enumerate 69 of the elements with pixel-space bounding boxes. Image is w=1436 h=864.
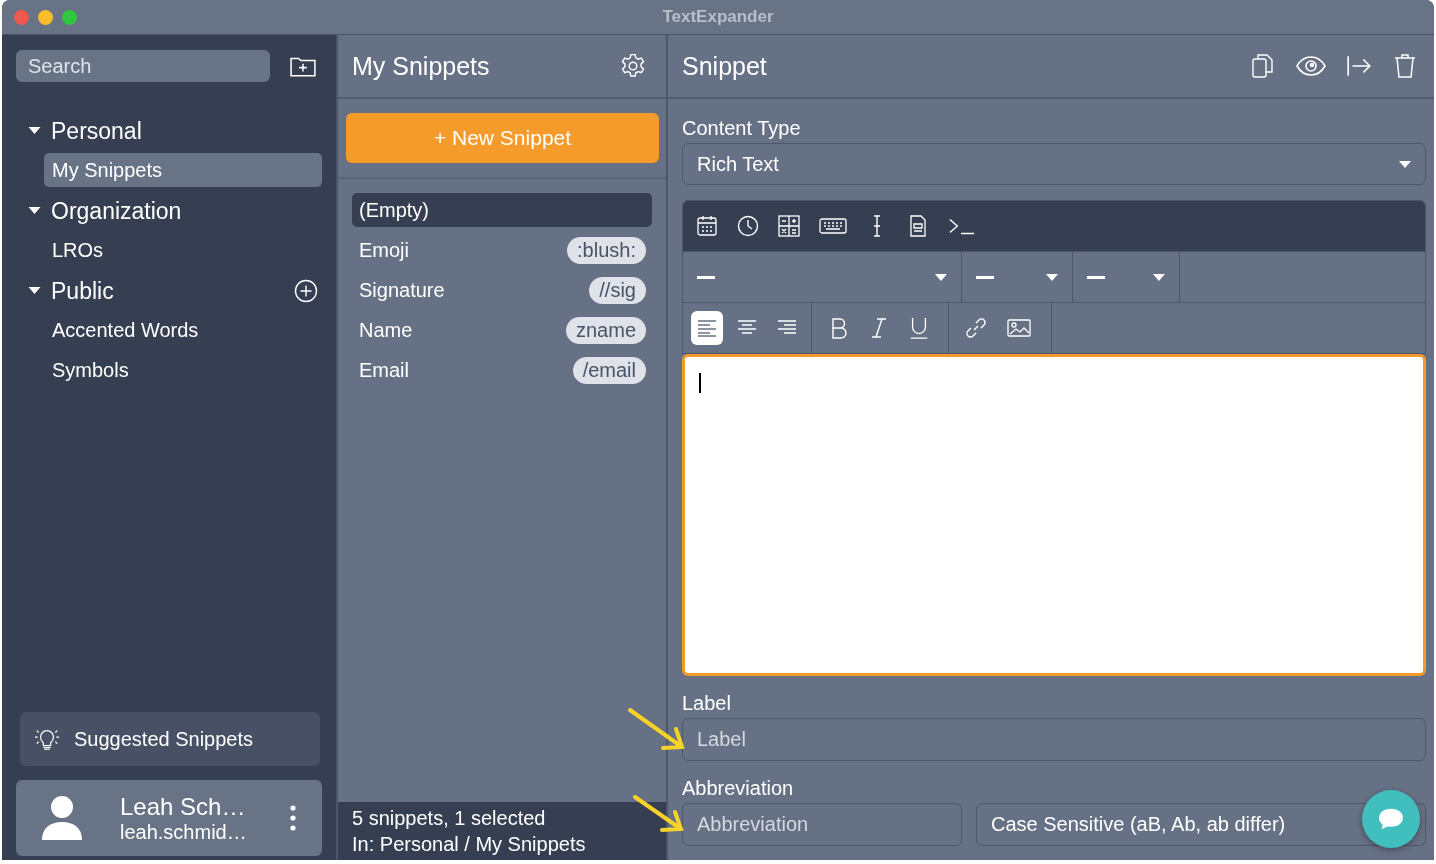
preview-eye-icon[interactable]	[1296, 56, 1326, 76]
content-type-dropdown[interactable]: Rich Text	[682, 143, 1426, 185]
terminal-icon[interactable]	[948, 217, 976, 235]
panel-title: Snippet	[682, 51, 767, 81]
speech-bubble-icon	[1377, 807, 1405, 831]
chat-button[interactable]	[1362, 790, 1420, 848]
add-icon[interactable]	[294, 279, 318, 303]
dropdown-caret-icon	[935, 273, 947, 281]
folder-item[interactable]: Accented Words	[44, 313, 207, 347]
search-field[interactable]: Search	[16, 50, 270, 82]
dropdown-caret-icon	[1153, 273, 1165, 281]
dropdown-caret-icon	[1399, 160, 1411, 168]
label-field[interactable]: Label	[682, 718, 1426, 761]
status-text: 5 snippets, 1 selected	[352, 806, 547, 831]
snippet-item[interactable]: Name zname	[352, 313, 646, 347]
status-text: In: Personal / My Snippets	[352, 832, 587, 857]
snippet-label: Emoji	[359, 238, 409, 262]
align-button[interactable]	[691, 311, 723, 345]
folder-item[interactable]: LROs	[44, 233, 112, 267]
caret-icon[interactable]	[28, 287, 41, 295]
user-email: leah.schmid…	[120, 820, 247, 844]
snippet-item[interactable]: Signature //sig	[352, 273, 646, 307]
align-icon	[736, 319, 758, 337]
avatar-icon	[40, 794, 84, 842]
user-name: Leah Sch…	[120, 792, 247, 821]
field-label: Abbreviation	[682, 776, 795, 801]
caret-icon[interactable]	[28, 207, 41, 215]
calendar-icon[interactable]	[696, 215, 718, 237]
field-label: Content Type	[682, 116, 802, 141]
abbreviation-tag: :blush:	[567, 236, 646, 264]
calculator-icon[interactable]	[778, 215, 800, 237]
image-icon[interactable]	[1005, 319, 1033, 337]
keyboard-icon[interactable]	[819, 217, 847, 235]
annotation-arrow	[632, 794, 686, 834]
snippet-label: Signature	[359, 278, 445, 302]
trash-icon[interactable]	[1392, 53, 1418, 79]
duplicate-icon[interactable]	[1250, 53, 1276, 79]
folder-item[interactable]: My Snippets	[44, 153, 322, 187]
snippet-label: Email	[359, 358, 409, 382]
caret-icon[interactable]	[28, 127, 41, 135]
settings-icon[interactable]	[620, 53, 646, 79]
move-arrow-icon[interactable]	[1346, 53, 1372, 79]
document-icon[interactable]	[907, 215, 929, 237]
window-title: TextExpander	[662, 7, 774, 27]
new-folder-icon[interactable]	[290, 55, 316, 77]
field-label: Label	[682, 691, 732, 716]
dropdown-caret-icon	[1046, 273, 1058, 281]
snippet-item[interactable]: Email /email	[352, 353, 646, 387]
align-icon	[776, 319, 798, 337]
snippet-item[interactable]: Emoji :blush:	[352, 233, 646, 267]
abbreviation-tag: /email	[572, 356, 646, 384]
more-icon[interactable]	[290, 805, 296, 831]
link-icon[interactable]	[965, 317, 987, 339]
snippet-label: (Empty)	[359, 198, 429, 222]
snippet-item[interactable]: (Empty)	[352, 193, 652, 227]
clock-icon[interactable]	[737, 215, 759, 237]
abbreviation-field[interactable]: Abbreviation	[682, 803, 962, 846]
group-label[interactable]: Personal	[51, 117, 142, 145]
panel-title: My Snippets	[352, 51, 490, 81]
abbreviation-tag: //sig	[589, 276, 646, 304]
align-icon	[696, 319, 718, 337]
minimize-button[interactable]	[38, 9, 53, 25]
underline-icon[interactable]	[908, 317, 930, 339]
suggested-snippets-button[interactable]: Suggested Snippets	[20, 712, 320, 766]
abbreviation-tag: zname	[565, 316, 646, 344]
folder-item[interactable]: Symbols	[44, 353, 137, 387]
group-label[interactable]: Public	[51, 277, 114, 305]
snippet-label: Name	[359, 318, 413, 342]
group-label[interactable]: Organization	[51, 197, 182, 225]
